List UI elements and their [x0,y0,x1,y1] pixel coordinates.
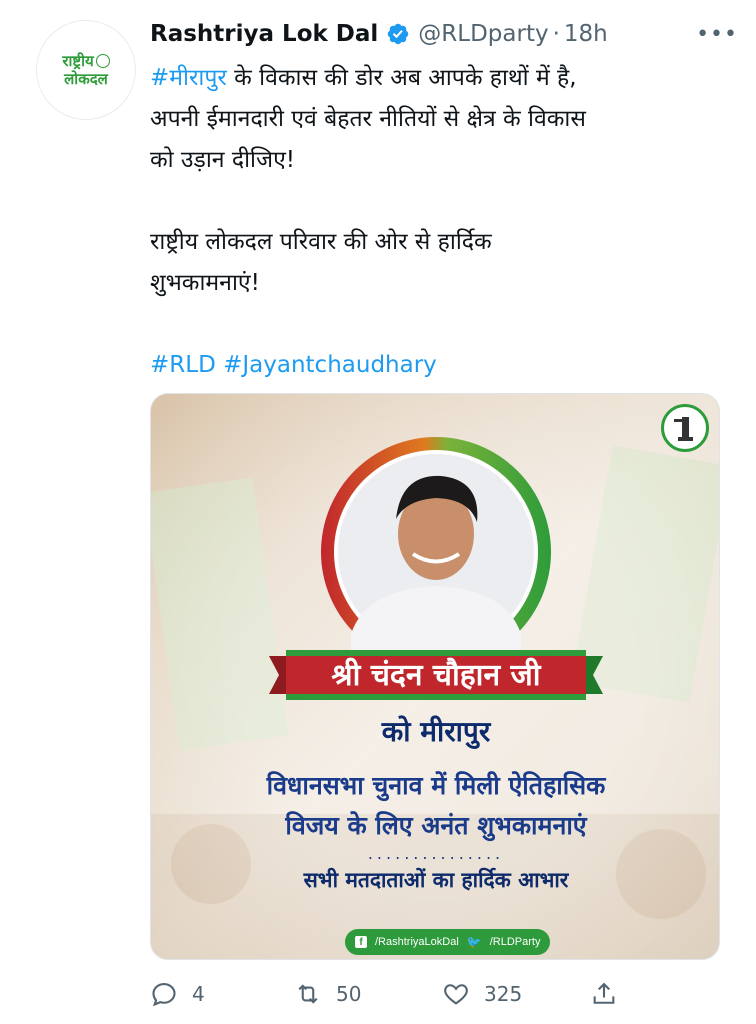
retweet-icon [298,984,318,1004]
hand-pump-logo-icon [95,54,110,68]
tweet-action-bar: 4 50 325 [150,976,750,1012]
facebook-handle: /RashtriyaLokDal [375,936,459,948]
avatar-text-line1: राष्ट्रीय [62,52,94,70]
poster-message-line1: विधानसभा चुनाव में मिली ऐतिहासिक [266,771,606,800]
retweet-button[interactable]: 50 [294,976,361,1012]
hashtag-jayantchaudhary[interactable]: #Jayantchaudhary [223,352,437,378]
tweet-media-poster[interactable]: श्री चंदन चौहान जी को मीरापुर विधानसभा च… [150,393,720,960]
hashtag-rld[interactable]: #RLD [150,352,216,378]
poster-thanks: सभी मतदाताओं का हार्दिक आभार [303,868,569,892]
separator-dot: · [552,21,560,47]
retweet-count: 50 [336,982,362,1006]
tweet-time[interactable]: 18h [564,21,608,47]
poster-message-line2: विजय के लिए अनंत शुभकामनाएं [285,811,587,840]
poster-message: विधानसभा चुनाव में मिली ऐतिहासिक विजय के… [151,766,719,846]
poster-name-banner: श्री चंदन चौहान जी [331,658,541,693]
poster-dots: ............... [367,844,505,863]
share-icon [593,982,615,1004]
hashtag-miraapur[interactable]: #मीरापुर [150,65,227,91]
twitter-icon: 🐦 [466,935,482,949]
tweet-text: #मीरापुर के विकास की डोर अब आपके हाथों म… [150,58,730,386]
twitter-handle: /RLDParty [489,936,541,948]
like-icon [444,984,468,1005]
tweet-line-3: को उड़ान दीजिए! [150,147,296,173]
avatar-logo-line1: राष्ट्रीय [62,52,110,70]
reply-button[interactable]: 4 [150,976,205,1012]
tweet-header: Rashtriya Lok Dal @RLDparty · 18h [150,16,608,52]
reply-count: 4 [192,982,205,1006]
facebook-icon: f [355,936,367,948]
account-handle[interactable]: @RLDparty [418,21,548,47]
verified-badge-icon [388,23,409,45]
poster-ko-line: को मीरापुर [381,715,491,748]
share-button[interactable] [590,976,618,1012]
hashtags-line: #RLD #Jayantchaudhary [150,345,730,386]
like-button[interactable]: 325 [442,976,522,1012]
account-name[interactable]: Rashtriya Lok Dal [150,21,378,47]
tweet-line-1-text: के विकास की डोर अब आपके हाथों में है, [226,65,577,91]
tweet-line-5: शुभकामनाएं! [150,270,260,296]
tweet-line-4: राष्ट्रीय लोकदल परिवार की ओर से हार्दिक [150,229,492,255]
portrait-badge [321,437,551,667]
tweet-line-1: #मीरापुर के विकास की डोर अब आपके हाथों म… [150,58,730,99]
reply-icon [152,983,176,1007]
profile-avatar[interactable]: राष्ट्रीय लोकदल [36,20,136,120]
tweet-line-2: अपनी ईमानदारी एवं बेहतर नीतियों से क्षेत… [150,106,586,132]
poster-social-handles: f /RashtriyaLokDal 🐦 /RLDParty [345,929,551,955]
like-count: 325 [484,982,523,1006]
hand-pump-logo-icon [661,404,709,452]
avatar-text-line2: लोकदल [64,70,108,88]
more-icon[interactable]: ••• [696,22,738,47]
